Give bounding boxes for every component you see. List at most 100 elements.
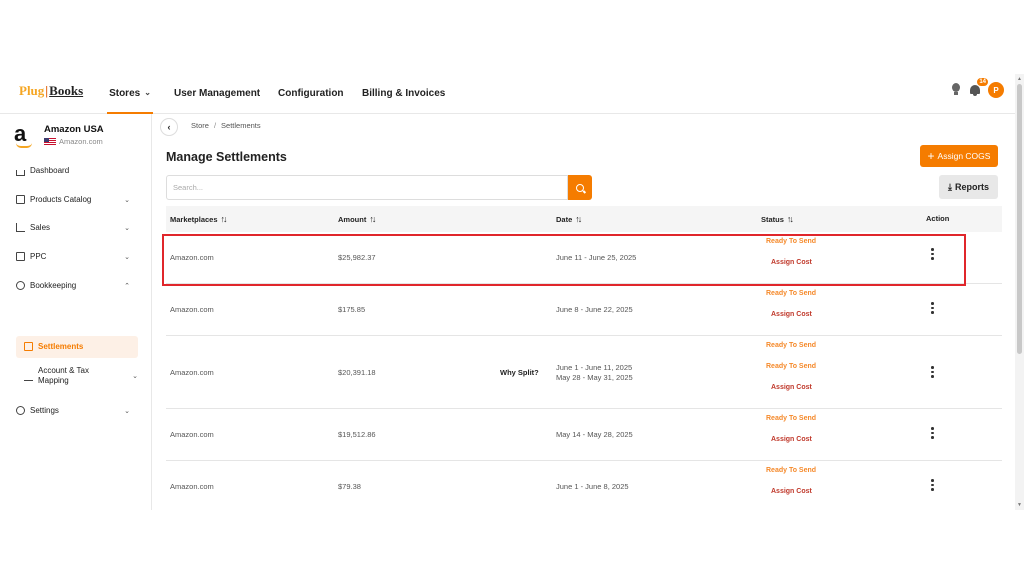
store-domain: Amazon.com — [59, 137, 103, 146]
chevron-down-icon: ⌄ — [124, 407, 130, 415]
assign-cost-link[interactable]: Assign Cost — [771, 488, 812, 495]
avatar[interactable]: P — [988, 82, 1004, 98]
highlight-box — [162, 234, 966, 286]
marketplace-cell: Amazon.com — [170, 305, 214, 314]
table-row: Amazon.com $79.38 June 1 - June 8, 2025 … — [166, 461, 1002, 510]
us-flag-icon — [44, 137, 56, 146]
sidebar: a Amazon USA Amazon.com Dashboard Produc… — [0, 114, 152, 510]
chevron-down-icon: ⌄ — [124, 253, 130, 261]
reports-label: Reports — [954, 182, 989, 192]
assign-cogs-button[interactable]: + Assign COGS — [920, 145, 998, 167]
gear-icon — [16, 406, 25, 415]
logo-plug-text: Plug — [19, 83, 45, 98]
sidebar-item-settings[interactable]: Settings ⌄ — [16, 406, 134, 415]
amount-cell: $19,512.86 — [338, 430, 376, 439]
top-right-icons: 14 P — [950, 77, 1004, 98]
lightbulb-icon[interactable] — [950, 83, 962, 97]
search-input[interactable]: Search... — [166, 175, 568, 200]
sidebar-item-label: Account & Tax Mapping — [38, 366, 89, 385]
box-icon — [16, 195, 25, 204]
sort-icon[interactable]: ↑↓ — [787, 214, 794, 224]
scrollbar[interactable]: ▲ ▼ — [1015, 74, 1024, 510]
main-content: ‹ Store / Settlements Manage Settlements +… — [152, 114, 1014, 510]
sidebar-item-label: Settings — [30, 406, 59, 415]
reports-button[interactable]: ⤓ Reports — [939, 175, 998, 199]
sort-icon[interactable]: ↑↓ — [369, 214, 376, 224]
assign-cost-link[interactable]: Assign Cost — [771, 436, 812, 443]
nav-billing-invoices[interactable]: Billing & Invoices — [362, 88, 445, 99]
store-name: Amazon USA — [44, 124, 104, 135]
plus-icon: + — [927, 149, 935, 163]
date-cell-secondary: May 28 - May 31, 2025 — [556, 373, 633, 382]
more-options-icon[interactable] — [931, 366, 934, 378]
column-date[interactable]: Date ↑↓ — [556, 214, 582, 224]
table-header: Marketplaces ↑↓ Amount ↑↓ Date ↑↓ Status ↑↓ … — [166, 206, 1002, 232]
sidebar-item-products-catalog[interactable]: Products Catalog ⌄ — [16, 195, 134, 204]
scroll-down-icon[interactable]: ▼ — [1017, 502, 1022, 508]
chevron-left-icon: ‹ — [167, 122, 171, 132]
nav-stores[interactable]: Stores ⌄ — [107, 86, 153, 114]
scroll-up-icon[interactable]: ▲ — [1017, 76, 1022, 82]
sidebar-item-dashboard[interactable]: Dashboard — [16, 166, 134, 176]
sidebar-item-ppc[interactable]: PPC ⌄ — [16, 252, 134, 261]
back-button[interactable]: ‹ — [160, 118, 178, 136]
account-icon — [24, 372, 33, 381]
nav-user-management-label: User Management — [174, 88, 261, 99]
sort-icon[interactable]: ↑↓ — [221, 214, 228, 224]
sidebar-item-label: Settlements — [38, 342, 84, 351]
sidebar-item-label: Bookkeeping — [30, 281, 77, 290]
more-options-icon[interactable] — [931, 479, 934, 491]
sidebar-item-label: Products Catalog — [30, 195, 92, 204]
date-cell: June 1 - June 8, 2025 — [556, 482, 629, 491]
page-title: Manage Settlements — [166, 150, 287, 164]
column-status[interactable]: Status ↑↓ — [761, 214, 794, 224]
status-badge-secondary: Ready To Send — [766, 363, 817, 370]
chevron-down-icon: ⌄ — [124, 196, 130, 204]
status-badge: Ready To Send — [766, 467, 817, 474]
why-split-link[interactable]: Why Split? — [500, 368, 539, 377]
column-label: Date — [556, 215, 573, 224]
sort-icon[interactable]: ↑↓ — [575, 214, 582, 224]
amazon-logo-icon: a — [14, 123, 36, 150]
app-window: Plug|Books Stores ⌄ User Management Confi… — [0, 74, 1024, 510]
sidebar-item-label: Sales — [30, 223, 51, 232]
column-label: Amount — [338, 215, 367, 224]
scrollbar-thumb[interactable] — [1017, 84, 1022, 354]
table-row: Amazon.com $19,512.86 May 14 - May 28, 2… — [166, 409, 1002, 461]
sidebar-item-sales[interactable]: Sales ⌄ — [16, 223, 134, 232]
sidebar-item-bookkeeping[interactable]: Bookkeeping ⌃ — [16, 281, 134, 290]
status-badge: Ready To Send — [766, 342, 817, 349]
ppc-icon — [16, 252, 25, 261]
assign-cost-link[interactable]: Assign Cost — [771, 384, 812, 391]
sidebar-item-settlements[interactable]: Settlements — [16, 336, 138, 358]
assign-cost-link[interactable]: Assign Cost — [771, 311, 812, 318]
bookkeeping-icon — [16, 281, 25, 290]
plugbooks-logo[interactable]: Plug|Books — [19, 83, 83, 99]
column-marketplaces[interactable]: Marketplaces ↑↓ — [170, 214, 228, 224]
breadcrumb-current: Settlements — [221, 121, 261, 130]
nav-user-management[interactable]: User Management — [174, 88, 260, 99]
assign-cogs-label: Assign COGS — [937, 151, 991, 161]
breadcrumb-store-link[interactable]: Store — [191, 121, 209, 130]
column-label: Status — [761, 215, 784, 224]
sidebar-item-account-tax-mapping[interactable]: Account & Tax Mapping ⌄ — [24, 366, 138, 386]
settlements-row: Settlements — [24, 342, 142, 351]
search-button[interactable] — [568, 175, 592, 200]
marketplace-cell: Amazon.com — [170, 482, 214, 491]
column-label: Marketplaces — [170, 215, 218, 224]
table-row: Amazon.com $175.85 June 8 - June 22, 202… — [166, 284, 1002, 336]
table-row: Amazon.com $20,391.18 Why Split? June 1 … — [166, 336, 1002, 409]
more-options-icon[interactable] — [931, 427, 934, 439]
store-selector[interactable]: a Amazon USA Amazon.com — [14, 123, 104, 150]
column-amount[interactable]: Amount ↑↓ — [338, 214, 376, 224]
bell-icon[interactable]: 14 — [969, 77, 989, 97]
date-cell: May 14 - May 28, 2025 — [556, 430, 633, 439]
status-badge: Ready To Send — [766, 290, 817, 297]
marketplace-cell: Amazon.com — [170, 430, 214, 439]
breadcrumb: Store / Settlements — [191, 121, 261, 130]
logo-books-text: Books — [49, 83, 84, 98]
nav-configuration[interactable]: Configuration — [278, 88, 344, 99]
chevron-down-icon: ⌄ — [144, 88, 151, 97]
chart-icon — [16, 223, 25, 232]
more-options-icon[interactable] — [931, 302, 934, 314]
